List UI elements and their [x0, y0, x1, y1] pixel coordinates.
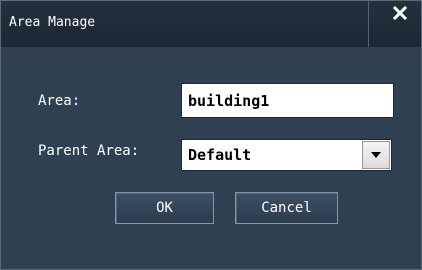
dropdown-button[interactable] [362, 141, 390, 169]
area-label: Area: [38, 93, 81, 109]
area-manage-dialog: Area Manage Area: Parent Area: Default O… [0, 0, 422, 270]
ok-button[interactable]: OK [115, 192, 214, 224]
dialog-titlebar[interactable]: Area Manage [1, 1, 421, 47]
parent-area-selected-value: Default [188, 146, 252, 164]
area-input[interactable] [181, 83, 394, 118]
close-icon [393, 6, 407, 20]
close-button[interactable] [370, 1, 421, 31]
titlebar-divider [368, 1, 369, 47]
triangle-down-icon [371, 152, 381, 158]
cancel-button[interactable]: Cancel [235, 192, 338, 224]
parent-area-label: Parent Area: [38, 143, 140, 159]
parent-area-select[interactable]: Default [181, 139, 392, 171]
dialog-title: Area Manage [9, 15, 96, 30]
